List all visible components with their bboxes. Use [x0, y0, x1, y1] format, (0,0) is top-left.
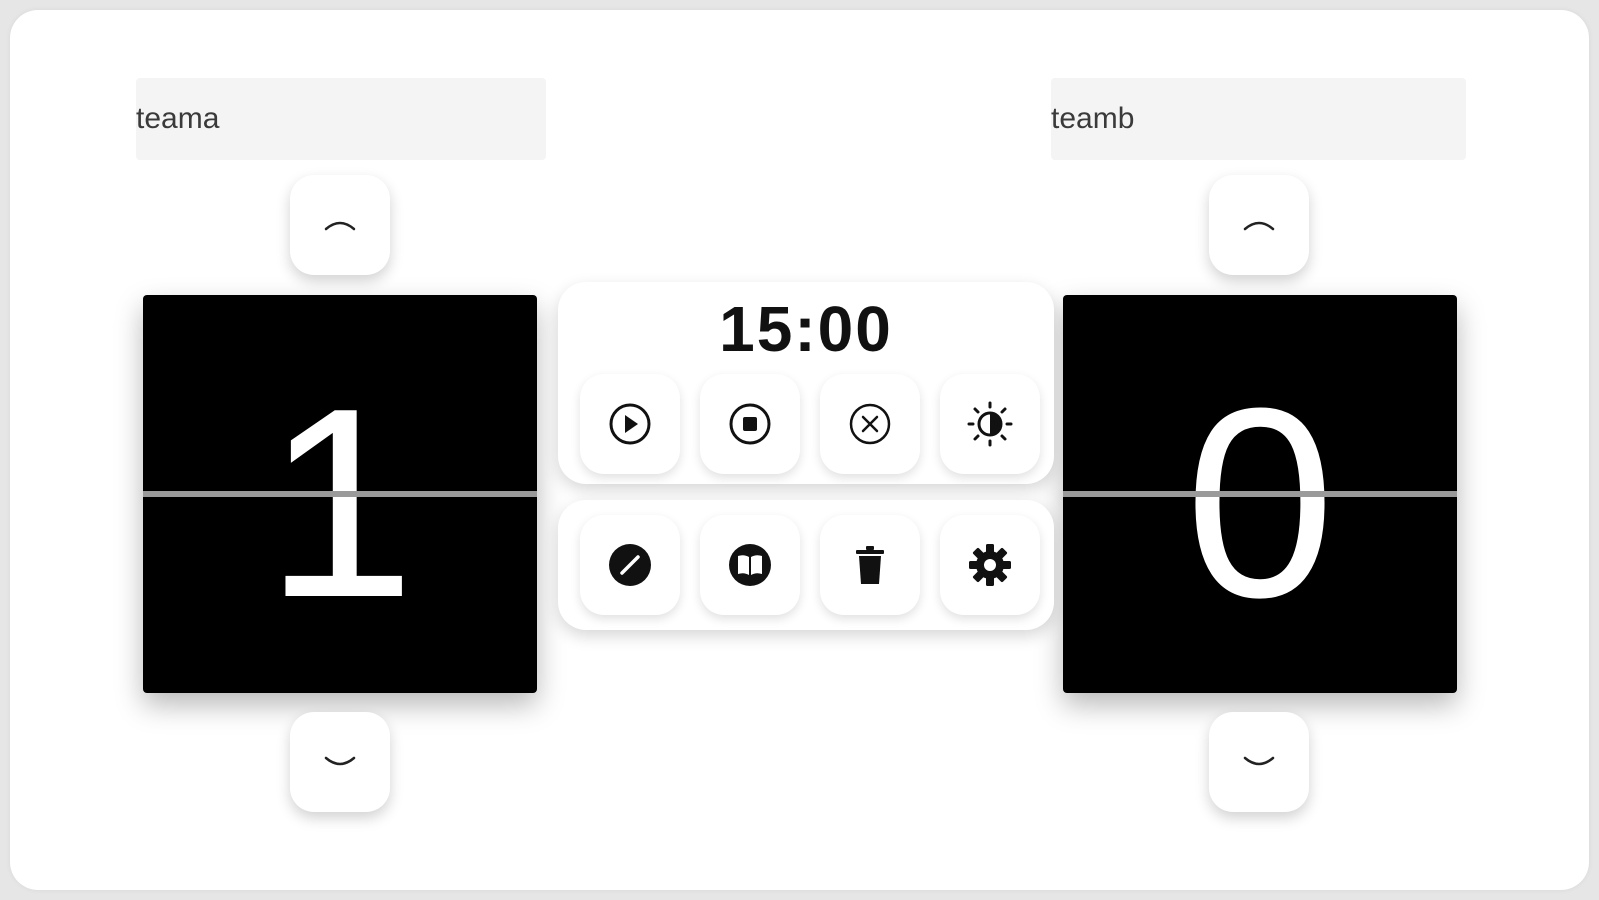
edit-button[interactable] — [580, 515, 680, 615]
team-a-increment-button[interactable] — [290, 175, 390, 275]
flip-divider — [143, 491, 537, 497]
team-a-decrement-button[interactable] — [290, 712, 390, 812]
team-b-decrement-button[interactable] — [1209, 712, 1309, 812]
tools-panel — [558, 500, 1054, 630]
gear-icon — [969, 544, 1011, 586]
book-icon — [729, 544, 771, 586]
chevron-up-icon — [324, 221, 356, 231]
settings-button[interactable] — [940, 515, 1040, 615]
team-b-score-card: 0 — [1063, 295, 1457, 693]
chevron-down-icon — [1243, 756, 1275, 766]
team-a-score-card: 1 — [143, 295, 537, 693]
close-circle-icon — [849, 403, 891, 445]
delete-button[interactable] — [820, 515, 920, 615]
reset-timer-button[interactable] — [820, 374, 920, 474]
brightness-button[interactable] — [940, 374, 1040, 474]
brightness-icon — [967, 401, 1013, 447]
play-button[interactable] — [580, 374, 680, 474]
timer-display: 15:00 — [719, 293, 893, 365]
play-circle-icon — [609, 403, 651, 445]
team-b-increment-button[interactable] — [1209, 175, 1309, 275]
trash-icon — [856, 546, 884, 584]
timer-panel: 15:00 — [558, 282, 1054, 484]
stop-circle-icon — [729, 403, 771, 445]
pencil-circle-icon — [609, 544, 651, 586]
chevron-down-icon — [324, 756, 356, 766]
scoreboard-window: 1 0 15:00 — [10, 10, 1589, 890]
team-b-score: 0 — [1184, 353, 1336, 654]
team-b-name-input[interactable] — [1051, 78, 1466, 160]
rules-button[interactable] — [700, 515, 800, 615]
stop-button[interactable] — [700, 374, 800, 474]
team-a-score: 1 — [264, 353, 416, 654]
team-a-name-input[interactable] — [136, 78, 546, 160]
chevron-up-icon — [1243, 221, 1275, 231]
flip-divider — [1063, 491, 1457, 497]
